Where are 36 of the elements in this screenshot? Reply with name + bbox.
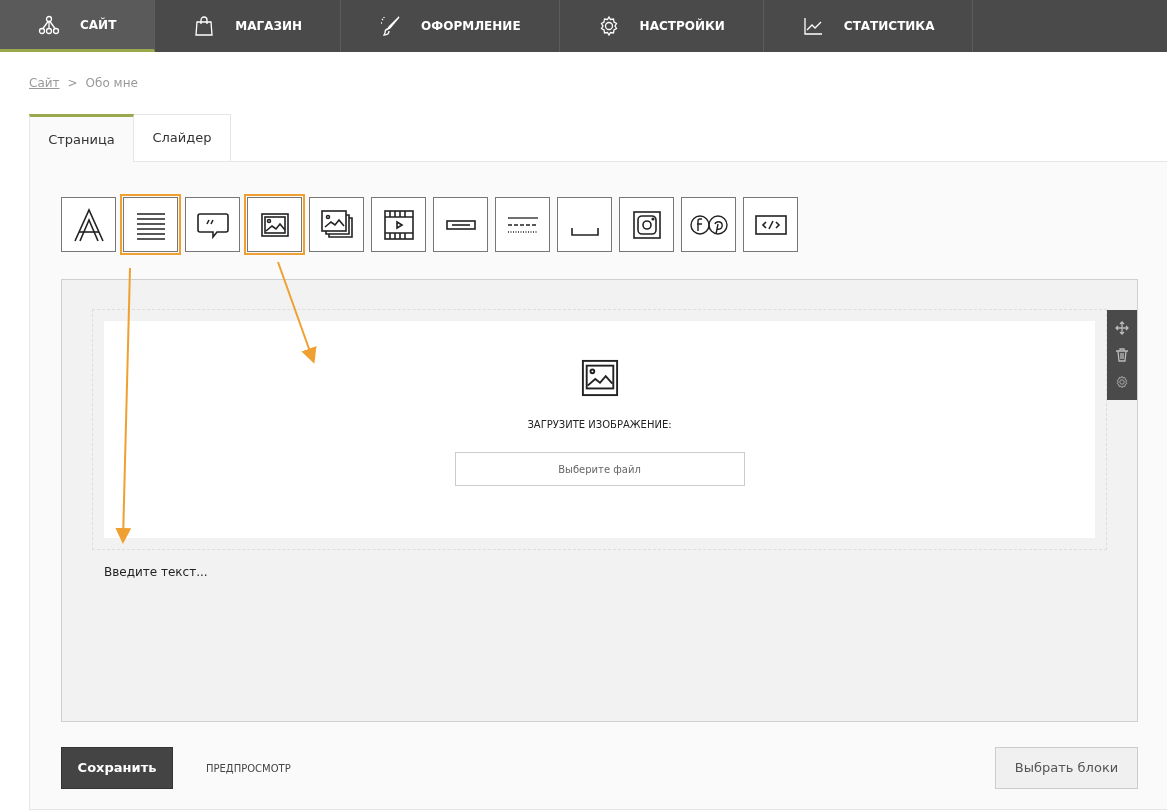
nav-tab[interactable]: МАГАЗИН	[155, 0, 342, 52]
spacer-icon	[570, 227, 599, 236]
upload-heading: ЗАГРУЗИТЕ ИЗОБРАЖЕНИЕ:	[527, 418, 672, 432]
button-shape-icon	[445, 219, 476, 230]
choose-blocks-button[interactable]: Выбрать блоки	[995, 747, 1138, 789]
brush-icon	[379, 15, 402, 37]
breadcrumb-current: Обо мне	[85, 75, 138, 92]
page-tab[interactable]: Страница	[29, 114, 134, 162]
bag-icon	[193, 15, 216, 37]
block-type-button[interactable]	[368, 194, 429, 255]
preview-link[interactable]: ПРЕДПРОСМОТР	[206, 760, 291, 776]
breadcrumb-separator: >	[67, 75, 78, 92]
block-type-button[interactable]	[740, 194, 801, 255]
page-tab[interactable]: Слайдер	[134, 114, 231, 162]
image-icon	[580, 359, 619, 397]
text-placeholder[interactable]: Введите текст...	[92, 563, 1107, 581]
block-type-button[interactable]	[182, 194, 243, 255]
settings-icon[interactable]	[1115, 375, 1129, 390]
trash-icon[interactable]	[1115, 348, 1129, 362]
nav-tab[interactable]: СТАТИСТИКА	[763, 0, 974, 52]
nav-tab[interactable]: САЙТ	[0, 0, 156, 52]
block-type-button[interactable]	[678, 194, 739, 255]
nav-tab[interactable]: НАСТРОЙКИ	[559, 0, 764, 52]
block-type-button[interactable]	[120, 194, 181, 255]
block-type-button[interactable]	[554, 194, 615, 255]
block-type-button[interactable]	[430, 194, 491, 255]
block-type-button[interactable]	[306, 194, 367, 255]
block-type-button[interactable]	[616, 194, 677, 255]
sitemap-icon	[38, 13, 60, 36]
block-type-button[interactable]	[58, 194, 119, 255]
move-icon[interactable]	[1115, 320, 1129, 335]
nav-tab[interactable]: ОФОРМЛЕНИЕ	[341, 0, 560, 52]
save-button[interactable]: Сохранить	[61, 747, 173, 789]
block-type-button[interactable]	[244, 194, 305, 255]
choose-file-button[interactable]: Выберите файл	[454, 452, 745, 486]
chart-icon	[801, 15, 824, 37]
